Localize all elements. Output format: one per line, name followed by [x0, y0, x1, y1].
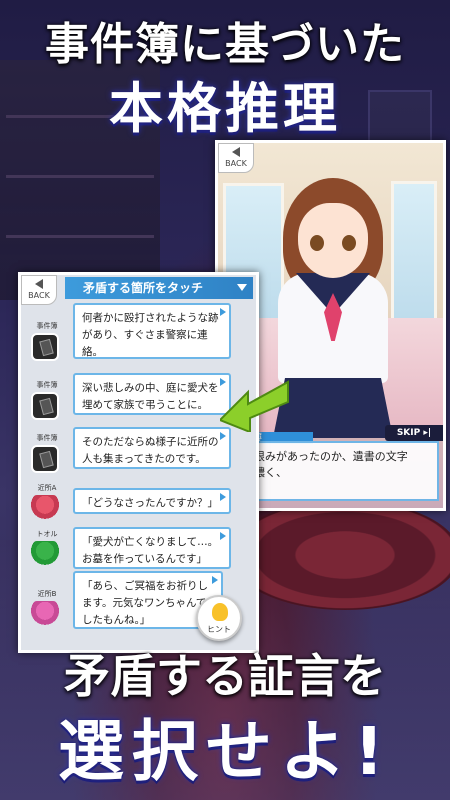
- back-arrow-icon: [232, 147, 240, 157]
- statement-text: そのただならぬ様子に近所の人も集まってきたのです。: [82, 436, 219, 465]
- character-skirt: [273, 378, 393, 438]
- casebook-header: 矛盾する箇所をタッチ: [65, 277, 253, 299]
- speaker-label: 近所A: [37, 484, 57, 492]
- select-marker-icon: [220, 308, 226, 316]
- statement-text: 「どうなさったんですか？」: [82, 497, 218, 509]
- casebook-entry: 近所A 「どうなさったんですか？」: [21, 483, 256, 529]
- scene-dialog-line2: も濃く、: [243, 466, 287, 479]
- back-arrow-icon: [35, 279, 43, 289]
- person-red-icon: [31, 495, 59, 523]
- headline-line2: 本格推理: [109, 77, 341, 140]
- select-marker-icon: [220, 432, 226, 440]
- lightbulb-icon: [212, 603, 228, 621]
- casebook-back-label: BACK: [28, 291, 50, 300]
- note-icon: [31, 445, 59, 473]
- hint-button[interactable]: ヒント: [196, 595, 242, 641]
- statement-text: 「あら、ご冥福をお祈りします。元気なワンちゃんでしたもんね。」: [82, 580, 208, 626]
- statement-bubble[interactable]: 「愛犬が亡くなりまして…。お墓を作っているんです」: [73, 527, 231, 569]
- person-pink-icon: [31, 601, 59, 629]
- statement-bubble[interactable]: そのただならぬ様子に近所の人も集まってきたのです。: [73, 427, 231, 469]
- casebook-header-label: 矛盾する箇所をタッチ: [83, 281, 204, 295]
- speaker-label: 事件簿: [36, 434, 58, 442]
- speaker-label: トオル: [36, 530, 58, 538]
- note-icon: [31, 333, 59, 361]
- green-arrow-icon: [220, 380, 289, 432]
- character-eye-right: [342, 235, 356, 251]
- headline-line3: 矛盾する証言を: [64, 649, 386, 703]
- statement-text: 何者かに殴打されたような跡があり、すぐさま警察に連絡。: [82, 312, 219, 358]
- casebook-back-button[interactable]: BACK: [21, 275, 57, 305]
- speaker-label: 近所B: [37, 590, 57, 598]
- casebook-entry: トオル 「愛犬が亡くなりまして…。お墓を作っているんです」: [21, 527, 256, 575]
- select-marker-icon: [220, 532, 226, 540]
- select-marker-icon: [220, 493, 226, 501]
- scene-back-button[interactable]: BACK: [218, 143, 254, 173]
- note-icon: [31, 392, 59, 420]
- speaker-label: 事件簿: [36, 322, 58, 330]
- statement-text: 「愛犬が亡くなりまして…。お墓を作っているんです」: [82, 536, 219, 565]
- person-green-icon: [31, 541, 59, 569]
- statement-bubble[interactable]: 何者かに殴打されたような跡があり、すぐさま警察に連絡。: [73, 303, 231, 359]
- rug-decor: [230, 500, 450, 610]
- casebook-entry: 事件簿 そのただならぬ様子に近所の人も集まってきたのです。: [21, 427, 256, 479]
- character-eye-left: [310, 235, 324, 251]
- statement-bubble[interactable]: 「どうなさったんですか？」: [73, 488, 231, 514]
- casebook-entry: 事件簿 何者かに殴打されたような跡があり、すぐさま警察に連絡。: [21, 303, 256, 367]
- skip-button[interactable]: SKIP ▸|: [385, 425, 443, 441]
- character-face: [298, 203, 368, 278]
- scene-back-label: BACK: [225, 159, 247, 168]
- select-marker-icon: [212, 576, 218, 584]
- scene-dialog-box[interactable]: の恨みがあったのか、遺書の文字 も濃く、: [233, 441, 439, 501]
- speaker-label: 事件簿: [36, 381, 58, 389]
- hint-label: ヒント: [207, 625, 231, 634]
- statement-bubble[interactable]: 深い悲しみの中、庭に愛犬を埋めて家族で弔うことに。: [73, 373, 231, 415]
- statement-text: 深い悲しみの中、庭に愛犬を埋めて家族で弔うことに。: [82, 382, 219, 411]
- headline-line1: 事件簿に基づいた: [45, 19, 405, 70]
- headline-line4: 選択せよ!: [57, 713, 393, 790]
- header-marker-icon: [237, 284, 247, 291]
- scene-dialog-line1: の恨みがあったのか、遺書の文字: [243, 450, 408, 463]
